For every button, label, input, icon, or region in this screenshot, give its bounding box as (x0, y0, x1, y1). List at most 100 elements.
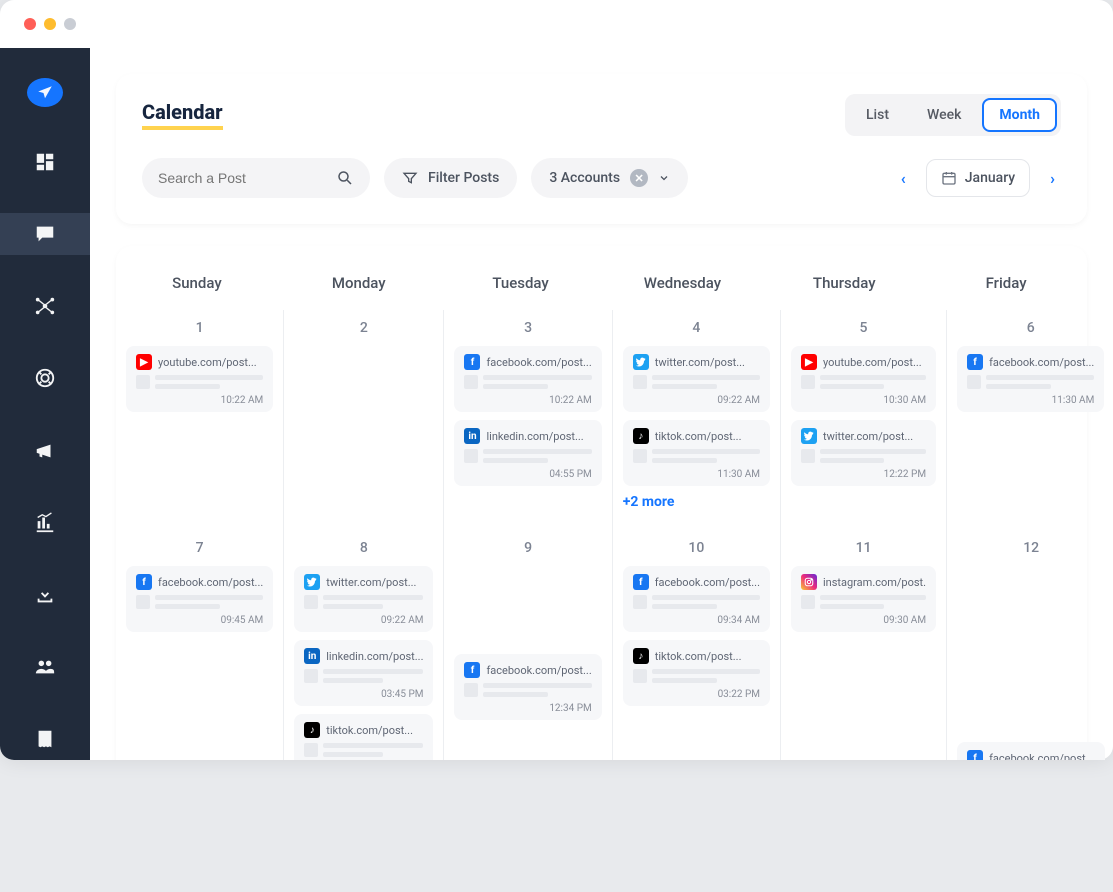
post-card[interactable]: f facebook.com/post... 11:30 AM (957, 346, 1104, 412)
nav-team[interactable] (0, 646, 90, 688)
nav-analytics[interactable] (0, 502, 90, 544)
month-select[interactable]: January (926, 159, 1030, 197)
minimize-window-button[interactable] (44, 18, 56, 30)
tiktok-icon: ♪ (633, 428, 649, 444)
main-content: Calendar List Week Month Filter Posts (90, 48, 1113, 760)
date-number: 2 (294, 320, 433, 336)
chevron-down-icon (658, 172, 670, 184)
post-time: 09:45 AM (136, 615, 263, 626)
sidebar (0, 48, 90, 760)
next-month-button[interactable]: › (1044, 163, 1061, 194)
post-url: linkedin.com/post... (486, 430, 591, 443)
date-number: 10 (623, 540, 770, 556)
filter-button[interactable]: Filter Posts (384, 158, 517, 198)
titlebar (0, 0, 1113, 48)
day-header-row: Sunday Monday Tuesday Wednesday Thursday… (116, 256, 1087, 310)
post-card[interactable]: ▶ youtube.com/post... 10:30 AM (791, 346, 936, 412)
month-navigator: ‹ January › (895, 159, 1061, 197)
date-number: 8 (294, 540, 433, 556)
post-url: facebook.com/post... (989, 752, 1095, 761)
post-time: 11:30 AM (967, 395, 1094, 406)
nav-dashboard[interactable] (0, 141, 90, 183)
nav-campaigns[interactable] (0, 430, 90, 472)
post-card[interactable]: twitter.com/post... 09:22 AM (294, 566, 433, 632)
download-icon (34, 584, 56, 606)
post-card[interactable]: ♪ tiktok.com/post... 06:34 Pm (294, 714, 433, 760)
post-card[interactable]: f facebook.com/post... 06:30 PM (957, 742, 1105, 760)
youtube-icon: ▶ (801, 354, 817, 370)
post-card[interactable]: ▶ youtube.com/post... 10:22 AM (126, 346, 273, 412)
nav-target[interactable] (0, 357, 90, 399)
calendar-icon (941, 170, 957, 186)
post-url: facebook.com/post... (486, 356, 591, 369)
post-thumbnail (304, 743, 318, 757)
megaphone-icon (34, 440, 56, 462)
post-time: 09:30 AM (801, 615, 926, 626)
post-thumbnail (304, 669, 318, 683)
controls-row: Filter Posts 3 Accounts ✕ ‹ January (142, 158, 1061, 198)
app-window: Calendar List Week Month Filter Posts (0, 0, 1113, 760)
app-logo[interactable] (27, 78, 63, 107)
chart-icon (34, 512, 56, 534)
facebook-icon: f (136, 574, 152, 590)
calendar-cell: 2 (284, 310, 444, 530)
post-time: 11:30 AM (633, 469, 760, 480)
post-url: tiktok.com/post... (655, 650, 760, 663)
filter-icon (402, 170, 418, 186)
instagram-icon (801, 574, 817, 590)
linkedin-icon: in (304, 648, 320, 664)
more-posts-link[interactable]: +2 more (623, 494, 770, 510)
calendar-cell: 9 f facebook.com/post... 12:34 PM (444, 530, 612, 760)
date-number: 5 (791, 320, 936, 336)
day-header-tuesday: Tuesday (440, 256, 602, 310)
close-window-button[interactable] (24, 18, 36, 30)
nav-billing[interactable] (0, 718, 90, 760)
view-week-button[interactable]: Week (910, 98, 978, 132)
post-card[interactable]: in linkedin.com/post... 04:55 PM (454, 420, 601, 486)
post-card[interactable]: in linkedin.com/post... 03:45 PM (294, 640, 433, 706)
calendar-cell: 11 instagram.com/post. 09:30 AM (781, 530, 947, 760)
date-number: 4 (623, 320, 770, 336)
calendar-cell: 5 ▶ youtube.com/post... 10:30 AM twitter… (781, 310, 947, 530)
date-number: 3 (454, 320, 601, 336)
post-card[interactable]: f facebook.com/post... 12:34 PM (454, 654, 601, 720)
accounts-selector[interactable]: 3 Accounts ✕ (531, 158, 688, 198)
post-thumbnail (136, 375, 150, 389)
post-thumbnail (464, 449, 478, 463)
post-card[interactable]: f facebook.com/post... 10:22 AM (454, 346, 601, 412)
search-input[interactable] (158, 170, 318, 186)
facebook-icon: f (464, 354, 480, 370)
calendar-cell: 12 f facebook.com/post... 06:30 PM (947, 530, 1113, 760)
nav-network[interactable] (0, 285, 90, 327)
post-card[interactable]: f facebook.com/post... 09:34 AM (623, 566, 770, 632)
post-thumbnail (801, 595, 815, 609)
people-icon (34, 656, 56, 678)
clear-accounts-icon[interactable]: ✕ (630, 169, 648, 187)
view-switch: List Week Month (845, 94, 1061, 136)
location-arrow-icon (36, 84, 54, 102)
date-number: 7 (126, 540, 273, 556)
calendar-cell: 7 f facebook.com/post... 09:45 AM (116, 530, 284, 760)
facebook-icon: f (967, 750, 983, 760)
view-month-button[interactable]: Month (982, 98, 1057, 132)
post-thumbnail (633, 375, 647, 389)
nav-inbox[interactable] (0, 574, 90, 616)
post-card[interactable]: f facebook.com/post... 09:45 AM (126, 566, 273, 632)
date-number: 6 (957, 320, 1104, 336)
twitter-icon (633, 354, 649, 370)
day-header-thursday: Thursday (763, 256, 925, 310)
post-card[interactable]: ♪ tiktok.com/post... 03:22 PM (623, 640, 770, 706)
post-card[interactable]: instagram.com/post. 09:30 AM (791, 566, 936, 632)
post-card[interactable]: twitter.com/post... 09:22 AM (623, 346, 770, 412)
nav-calendar[interactable] (0, 213, 90, 255)
prev-month-button[interactable]: ‹ (895, 163, 912, 194)
view-list-button[interactable]: List (849, 98, 906, 132)
post-card[interactable]: twitter.com/post... 12:22 PM (791, 420, 936, 486)
post-url: twitter.com/post... (823, 430, 926, 443)
post-card[interactable]: ♪ tiktok.com/post... 11:30 AM (623, 420, 770, 486)
post-url: facebook.com/post... (989, 356, 1094, 369)
search-input-wrap[interactable] (142, 158, 370, 198)
post-time: 10:22 AM (464, 395, 591, 406)
maximize-window-button[interactable] (64, 18, 76, 30)
calendar-cell: 4 twitter.com/post... 09:22 AM ♪ tiktok.… (613, 310, 781, 530)
